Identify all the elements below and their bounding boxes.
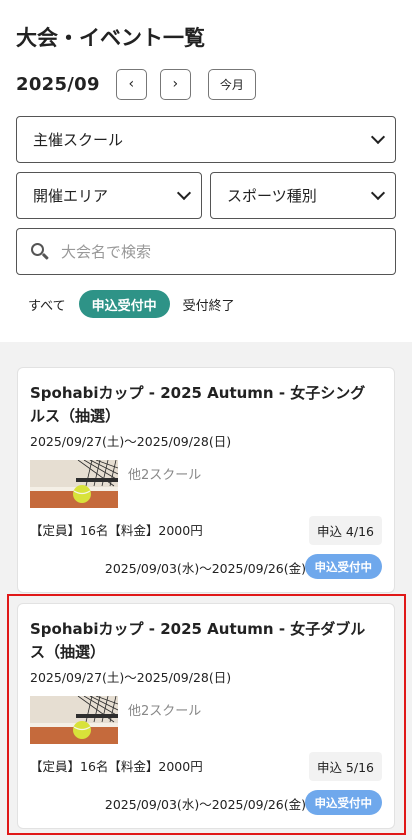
page-title: 大会・イベント一覧 <box>16 26 205 50</box>
chevron-down-icon <box>370 129 386 145</box>
chevron-right-icon: › <box>172 76 179 92</box>
area-select[interactable]: 開催エリア <box>16 172 202 219</box>
status-filter-tabs: すべて 申込受付中 受付終了 <box>16 290 248 318</box>
month-navigation: 2025/09 ‹ › 今月 <box>16 68 256 100</box>
sport-type-select[interactable]: スポーツ種別 <box>210 172 396 219</box>
tab-all[interactable]: すべて <box>16 290 79 318</box>
prev-month-button[interactable]: ‹ <box>115 68 147 100</box>
sport-type-label: スポーツ種別 <box>227 187 317 205</box>
chevron-down-icon <box>370 185 386 201</box>
tab-closed[interactable]: 受付終了 <box>170 290 248 318</box>
current-month: 2025/09 <box>16 73 100 95</box>
organizer-school-select[interactable]: 主催スクール <box>16 116 396 163</box>
event-dates: 2025/09/27(土)〜2025/09/28(日) <box>30 434 232 449</box>
chevron-left-icon: ‹ <box>128 76 135 92</box>
status-badge: 申込受付中 <box>304 554 382 579</box>
next-month-button[interactable]: › <box>159 68 191 100</box>
search-icon <box>31 242 49 261</box>
tab-accepting[interactable]: 申込受付中 <box>78 290 170 318</box>
area-label: 開催エリア <box>33 187 109 205</box>
application-period: 2025/09/03(水)〜2025/09/26(金) <box>104 561 306 576</box>
organizer-schools: 他2スクール <box>128 468 202 483</box>
chevron-down-icon <box>176 185 192 201</box>
selection-highlight <box>7 594 406 835</box>
capacity-fee: 【定員】16名【料金】2000円 <box>30 523 203 538</box>
event-thumbnail <box>30 460 118 508</box>
search-box <box>16 228 396 275</box>
event-title[interactable]: Spohabiカップ - 2025 Autumn - 女子シングルス（抽選） <box>30 382 380 428</box>
event-card[interactable]: Spohabiカップ - 2025 Autumn - 女子シングルス（抽選） 2… <box>17 367 395 593</box>
organizer-school-label: 主催スクール <box>33 131 124 149</box>
application-count: 申込 4/16 <box>308 516 382 545</box>
search-input[interactable] <box>61 242 381 261</box>
this-month-button[interactable]: 今月 <box>207 68 256 100</box>
